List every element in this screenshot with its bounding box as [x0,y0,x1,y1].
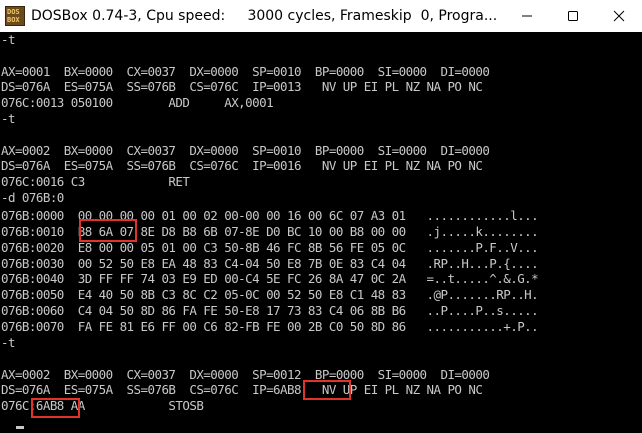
highlight-box-address [31,398,80,418]
console-line: 076C:0016 C3 RET [1,174,190,189]
console-line: DS=076A ES=075A SS=076B CS=076C IP=0016 … [1,158,483,173]
memory-dump-row: 076B:0050 E4 40 50 8B C3 8C C2 05-0C 00 … [1,287,539,302]
console-line: -t [1,32,16,47]
minimize-button[interactable] [504,0,550,32]
close-icon [613,10,625,22]
text-cursor [16,426,24,429]
close-button[interactable] [596,0,642,32]
dosbox-app-icon[interactable] [5,6,25,26]
window-controls [504,0,642,32]
highlight-box-b86a [79,219,137,242]
memory-dump-row: 076B:0060 C4 04 50 8D 86 FA FE 50-E8 17 … [1,303,539,318]
memory-dump-row: 076B:0020 E8 00 00 05 01 00 C3 50-8B 46 … [1,240,539,255]
console-line: DS=076A ES=075A SS=076B CS=076C IP=6AB8 … [1,382,483,397]
console-line: AX=0001 BX=0000 CX=0037 DX=0000 SP=0010 … [1,64,490,79]
highlight-box-ip [303,380,351,400]
memory-dump-row: 076B:0070 FA FE 81 E6 FF 00 C6 82-FB FE … [1,319,539,334]
maximize-button[interactable] [550,0,596,32]
minimize-icon [522,15,532,17]
memory-dump-row: 076B:0030 00 52 50 E8 EA 48 83 C4-04 50 … [1,256,539,271]
title-bar[interactable]: DOSBox 0.74-3, Cpu speed: 3000 cycles, F… [0,0,642,32]
dosbox-window: DOSBox 0.74-3, Cpu speed: 3000 cycles, F… [0,0,642,433]
dos-console[interactable]: -t AX=0001 BX=0000 CX=0037 DX=0000 SP=00… [0,32,642,433]
console-line: -t [1,335,16,350]
memory-dump-row: 076B:0040 3D FF FF 74 03 E9 ED 00-C4 5E … [1,271,539,286]
console-line: -d 076B:0 [1,190,64,205]
console-line: AX=0002 BX=0000 CX=0037 DX=0000 SP=0010 … [1,143,490,158]
console-line: 076C:0013 050100 ADD AX,0001 [1,95,274,110]
window-title: DOSBox 0.74-3, Cpu speed: 3000 cycles, F… [31,8,498,24]
console-line: AX=0002 BX=0000 CX=0037 DX=0000 SP=0012 … [1,367,490,382]
console-line: -t [1,111,16,126]
console-line: DS=076A ES=075A SS=076B CS=076C IP=0013 … [1,79,483,94]
maximize-icon [568,11,578,21]
